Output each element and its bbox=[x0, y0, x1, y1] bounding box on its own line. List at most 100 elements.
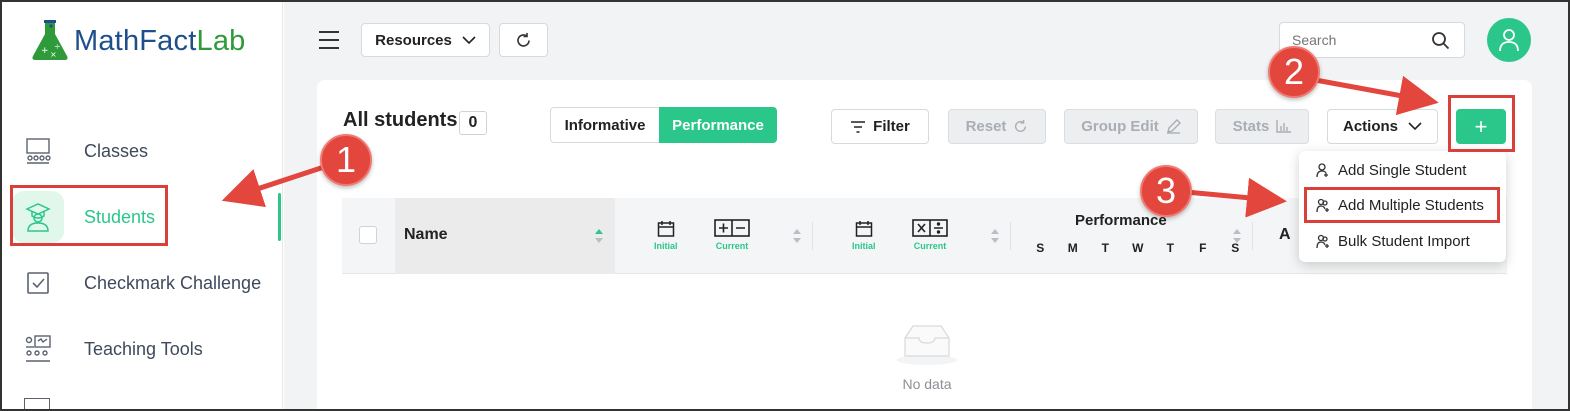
reset-label: Reset bbox=[965, 118, 1007, 135]
group-edit-button[interactable]: Group Edit bbox=[1064, 109, 1198, 144]
svg-text:×: × bbox=[50, 50, 57, 59]
filter-button[interactable]: Filter bbox=[831, 109, 929, 144]
bar-chart-icon bbox=[1276, 120, 1292, 133]
current-muldiv-column[interactable]: Current bbox=[912, 219, 948, 251]
sidebar-next-item-icon bbox=[24, 398, 50, 411]
day-label: W bbox=[1132, 241, 1144, 255]
group-edit-label: Group Edit bbox=[1081, 118, 1159, 135]
plus-icon: + bbox=[1474, 113, 1488, 139]
annotation-badge-3: 3 bbox=[1140, 165, 1192, 217]
brand-name: MathFactLab bbox=[74, 25, 245, 58]
plus-minus-icon bbox=[714, 219, 750, 237]
annotation-badge-2: 2 bbox=[1268, 46, 1320, 98]
add-student-button[interactable]: + bbox=[1456, 109, 1506, 144]
performance-header: Performance bbox=[1075, 212, 1167, 229]
resources-label: Resources bbox=[375, 31, 452, 49]
svg-text:÷: ÷ bbox=[54, 42, 61, 51]
page-title: All students bbox=[343, 109, 458, 131]
users-import-icon bbox=[1316, 234, 1329, 248]
initial-date-column[interactable]: Initial bbox=[654, 220, 678, 251]
sort-icon[interactable] bbox=[594, 228, 604, 244]
actions-menu: Add Single Student Add Multiple Students… bbox=[1299, 151, 1506, 262]
student-icon bbox=[12, 191, 64, 243]
student-count-badge: 0 bbox=[459, 111, 487, 135]
weekday-labels: S M T W T F S bbox=[1024, 241, 1252, 255]
tab-informative[interactable]: Informative bbox=[550, 107, 660, 143]
refresh-icon bbox=[1015, 119, 1027, 132]
chevron-down-icon bbox=[1408, 122, 1422, 131]
brand-part1: MathFact bbox=[74, 24, 197, 57]
menu-item-label: Bulk Student Import bbox=[1338, 232, 1470, 250]
calendar-icon bbox=[855, 221, 872, 237]
users-add-icon bbox=[1316, 198, 1329, 212]
stats-label: Stats bbox=[1232, 118, 1270, 135]
column-divider bbox=[1010, 222, 1011, 250]
partial-column-header: A bbox=[1279, 226, 1291, 243]
menu-item-label: Add Single Student bbox=[1338, 161, 1467, 179]
classroom-icon bbox=[12, 125, 64, 177]
actions-label: Actions bbox=[1342, 118, 1398, 135]
refresh-button[interactable] bbox=[499, 23, 548, 57]
user-add-icon bbox=[1316, 162, 1328, 177]
reset-button[interactable]: Reset bbox=[948, 109, 1046, 144]
initial-caption: Initial bbox=[852, 241, 876, 251]
initial-date-column[interactable]: Initial bbox=[852, 220, 876, 251]
empty-state: No data bbox=[897, 324, 957, 392]
current-caption: Current bbox=[715, 241, 749, 251]
stats-button[interactable]: Stats bbox=[1215, 109, 1309, 144]
refresh-icon bbox=[517, 32, 530, 47]
empty-inbox-icon bbox=[897, 325, 957, 365]
day-label: S bbox=[1036, 241, 1045, 255]
day-label: T bbox=[1101, 241, 1109, 255]
search-icon[interactable] bbox=[1431, 31, 1450, 50]
filter-label: Filter bbox=[873, 118, 910, 135]
user-avatar[interactable] bbox=[1487, 18, 1531, 62]
resources-dropdown[interactable]: Resources bbox=[361, 23, 490, 57]
calendar-icon bbox=[657, 221, 674, 237]
user-icon bbox=[1499, 29, 1519, 52]
current-addsub-column[interactable]: Current bbox=[714, 219, 750, 251]
search-input[interactable] bbox=[1292, 23, 1432, 57]
sidebar-item-checkmark-challenge[interactable]: Checkmark Challenge bbox=[12, 253, 282, 313]
column-divider bbox=[1252, 222, 1253, 250]
sort-icon[interactable] bbox=[1232, 228, 1242, 244]
sort-icon[interactable] bbox=[990, 228, 1000, 244]
menu-item-bulk-student-import[interactable]: Bulk Student Import bbox=[1299, 224, 1506, 258]
tab-performance[interactable]: Performance bbox=[659, 107, 777, 143]
menu-item-add-multiple-students[interactable]: Add Multiple Students bbox=[1299, 188, 1506, 222]
actions-dropdown[interactable]: Actions bbox=[1327, 109, 1438, 144]
annotation-badge-1: 1 bbox=[320, 134, 372, 186]
pencil-icon bbox=[1166, 119, 1181, 134]
sidebar-item-label: Teaching Tools bbox=[84, 338, 203, 359]
svg-text:+: + bbox=[41, 46, 49, 56]
column-divider bbox=[812, 222, 813, 250]
filter-icon bbox=[851, 120, 866, 133]
select-all-checkbox[interactable] bbox=[359, 226, 377, 244]
day-label: T bbox=[1166, 241, 1174, 255]
current-caption: Current bbox=[913, 241, 947, 251]
sort-icon[interactable] bbox=[792, 228, 802, 244]
menu-item-add-single-student[interactable]: Add Single Student bbox=[1299, 153, 1506, 187]
chevron-down-icon bbox=[462, 35, 476, 44]
name-header-label: Name bbox=[404, 226, 448, 243]
sidebar-item-students[interactable]: Students bbox=[12, 187, 282, 247]
active-indicator bbox=[278, 193, 281, 241]
sidebar-item-classes[interactable]: Classes bbox=[12, 121, 282, 181]
sidebar: + × ÷ MathFactLab Classes Students Check… bbox=[0, 0, 283, 411]
day-label: F bbox=[1199, 241, 1207, 255]
initial-caption: Initial bbox=[654, 241, 678, 251]
sidebar-item-label: Classes bbox=[84, 140, 149, 161]
day-label: M bbox=[1067, 241, 1078, 255]
brand-part2: Lab bbox=[196, 24, 246, 57]
logo[interactable]: + × ÷ MathFactLab bbox=[30, 20, 245, 62]
menu-item-label: Add Multiple Students bbox=[1338, 196, 1484, 214]
sidebar-item-label: Checkmark Challenge bbox=[84, 272, 262, 293]
multiply-divide-icon bbox=[912, 219, 948, 237]
sidebar-item-label: Students bbox=[84, 206, 156, 227]
flask-logo-icon: + × ÷ bbox=[32, 20, 68, 60]
sidebar-item-teaching-tools[interactable]: Teaching Tools bbox=[12, 319, 282, 379]
hamburger-menu-icon[interactable] bbox=[318, 30, 340, 55]
empty-text: No data bbox=[902, 376, 952, 392]
name-column-header[interactable]: Name bbox=[395, 198, 615, 274]
teaching-tools-icon bbox=[12, 323, 64, 375]
